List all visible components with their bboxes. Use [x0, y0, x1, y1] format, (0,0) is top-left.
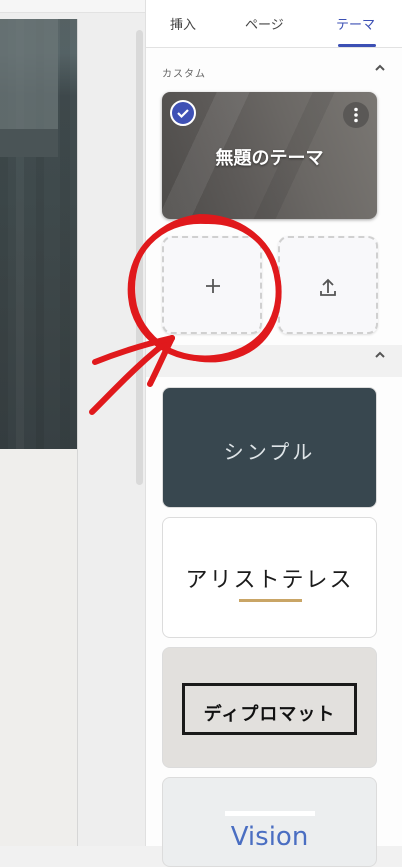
- chevron-up-icon[interactable]: [373, 348, 387, 362]
- tab-pages[interactable]: ページ: [245, 14, 284, 33]
- tab-insert[interactable]: 挿入: [170, 14, 196, 33]
- theme-card-diplomat[interactable]: ディプロマット: [162, 647, 377, 768]
- tab-themes[interactable]: テーマ: [336, 14, 375, 33]
- theme-accent-bar: [225, 811, 315, 816]
- check-icon: [177, 109, 189, 119]
- selected-badge: [170, 100, 196, 126]
- hero-image-block: [0, 19, 58, 129]
- plus-icon: [206, 279, 220, 293]
- section-header: [146, 345, 402, 377]
- theme-title-frame: ディプロマット: [182, 683, 357, 735]
- more-vert-icon: [354, 107, 358, 123]
- upload-theme-button[interactable]: [278, 236, 378, 334]
- theme-name: シンプル: [223, 440, 316, 464]
- panel-tabs: 挿入 ページ テーマ: [146, 0, 402, 48]
- theme-name: ディプロマット: [203, 704, 336, 725]
- custom-theme-card[interactable]: 無題のテーマ: [162, 92, 377, 219]
- hero-image-block: [0, 129, 58, 157]
- add-theme-button[interactable]: [162, 236, 262, 334]
- theme-name: Vision: [230, 822, 309, 852]
- page-hero-image: [0, 19, 77, 449]
- active-tab-indicator: [338, 44, 376, 47]
- theme-card-aristotle[interactable]: アリストテレス: [162, 517, 377, 638]
- custom-section-label: カスタム: [162, 69, 206, 80]
- theme-card-vision[interactable]: Vision: [162, 777, 377, 867]
- custom-theme-title: 無題のテーマ: [215, 148, 324, 169]
- canvas-top-strip: [0, 0, 145, 13]
- theme-card-simple[interactable]: シンプル: [162, 387, 377, 508]
- theme-name: アリストテレス: [185, 568, 354, 593]
- theme-accent-line: [239, 599, 302, 602]
- page-preview[interactable]: [0, 19, 78, 846]
- side-panel: 挿入 ページ テーマ カスタム 無題のテーマ シンプル アリストテレス ディプロ…: [145, 0, 402, 867]
- canvas-scrollbar[interactable]: [136, 30, 143, 485]
- chevron-up-icon[interactable]: [373, 61, 387, 75]
- canvas-area: [0, 0, 145, 846]
- upload-icon: [320, 278, 336, 296]
- more-options-button[interactable]: [343, 102, 369, 128]
